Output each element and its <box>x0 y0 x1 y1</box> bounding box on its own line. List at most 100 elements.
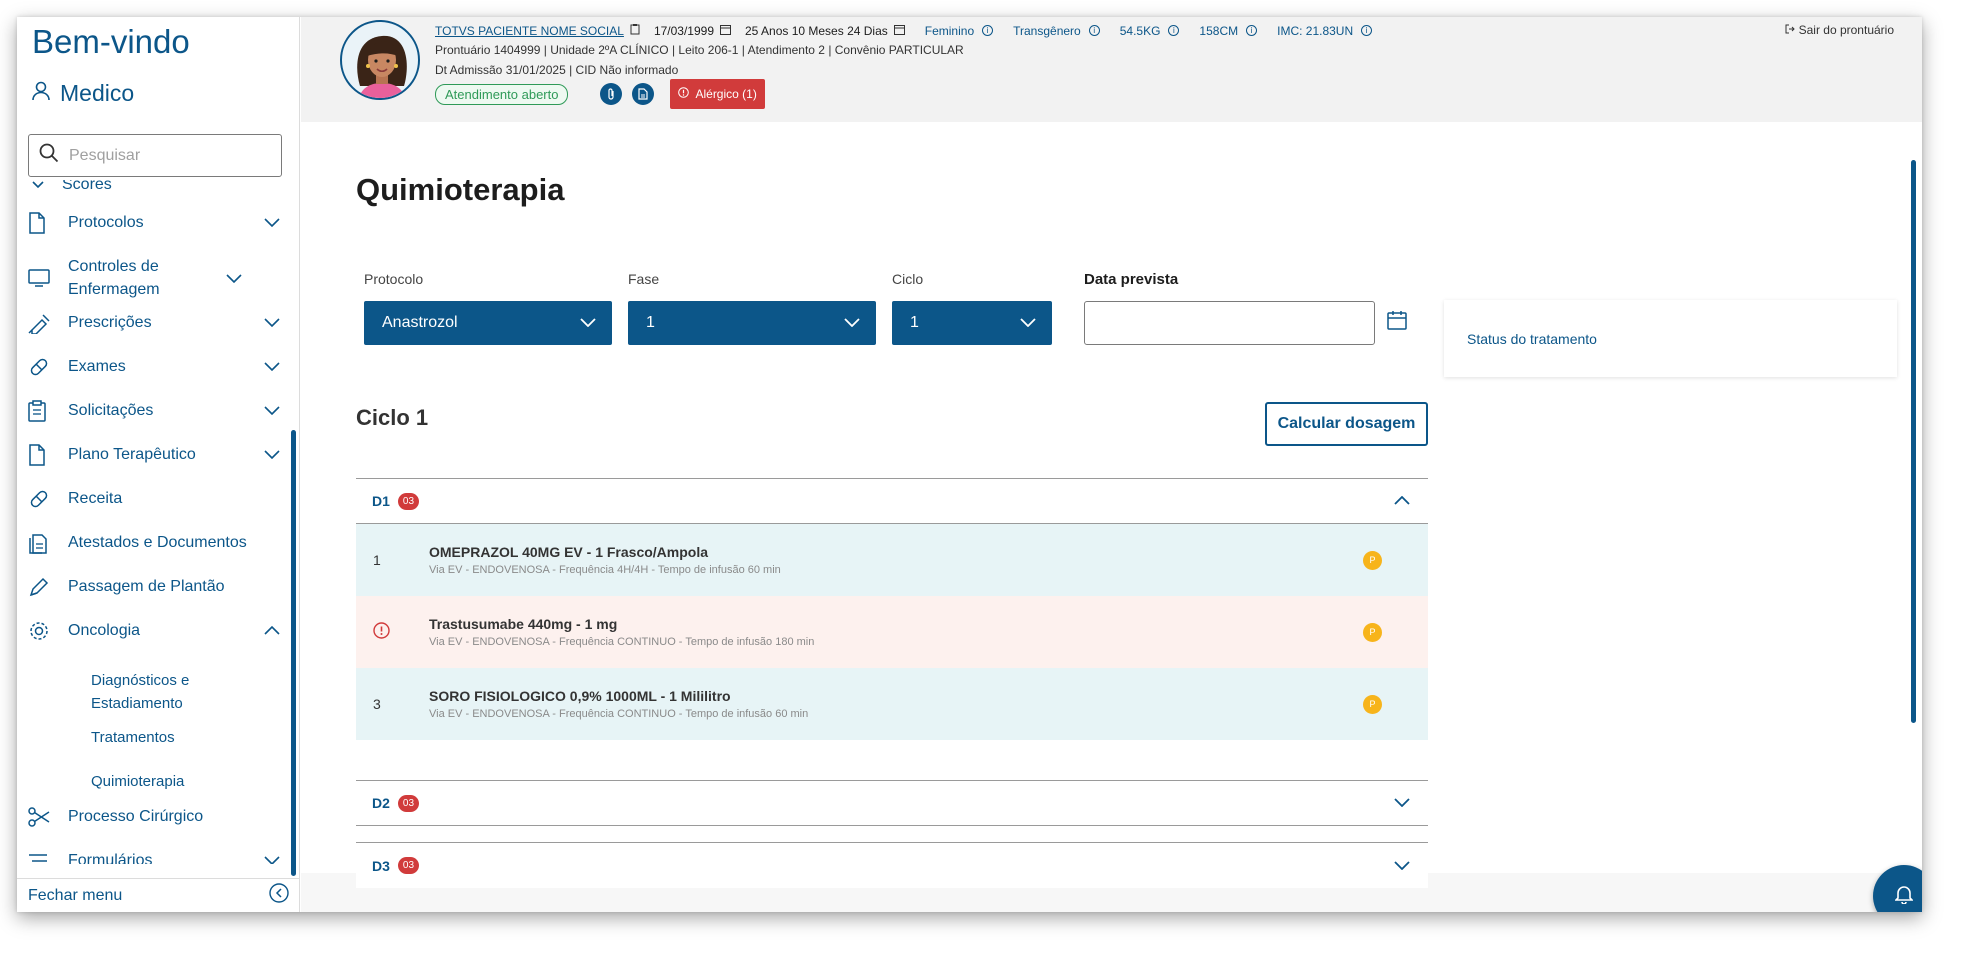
sidebar-item-prescricoes[interactable]: Prescrições <box>28 311 282 334</box>
day-accordion-d2[interactable]: D2 03 <box>356 780 1428 826</box>
sidebar-item-label: Protocolos <box>68 214 144 231</box>
attachment-button[interactable] <box>600 83 623 105</box>
clipboard-icon <box>28 399 54 422</box>
clipboard-icon[interactable] <box>630 23 640 38</box>
patient-height: 158CM <box>1199 23 1239 38</box>
chevron-down-icon <box>580 314 596 332</box>
day-label: D2 <box>372 795 390 811</box>
medication-details: Via EV - ENDOVENOSA - Frequência 4H/4H -… <box>429 564 781 576</box>
document-button[interactable] <box>632 83 655 105</box>
search-box[interactable] <box>28 134 282 177</box>
scissors-icon <box>28 806 54 827</box>
sidebar-item-exames[interactable]: Exames <box>28 355 282 378</box>
chevron-down-icon <box>262 362 282 371</box>
main-content: Quimioterapia Protocolo Fase Ciclo Data … <box>301 122 1922 912</box>
user-profile[interactable]: Medico <box>32 80 134 107</box>
patient-avatar <box>340 20 420 100</box>
medication-row[interactable]: Trastusumabe 440mg - 1 mg Via EV - ENDOV… <box>356 596 1428 668</box>
paperclip-icon <box>608 88 615 100</box>
patient-record-info: Prontuário 1404999 | Unidade 2ºA CLÍNICO… <box>435 43 964 57</box>
alert-circle-icon <box>356 622 429 642</box>
sidebar-item-receita[interactable]: Receita <box>28 487 282 510</box>
fase-select[interactable]: 1 <box>628 301 876 345</box>
medication-row[interactable]: 1 OMEPRAZOL 40MG EV - 1 Frasco/Ampola Vi… <box>356 524 1428 596</box>
medication-name: OMEPRAZOL 40MG EV - 1 Frasco/Ampola <box>429 544 709 560</box>
medication-number: 3 <box>373 696 381 712</box>
info-icon[interactable]: i <box>1088 25 1100 36</box>
medication-name: Trastusumabe 440mg - 1 mg <box>429 616 618 632</box>
main-scrollbar[interactable] <box>1911 160 1916 723</box>
medication-details: Via EV - ENDOVENOSA - Frequência CONTINU… <box>429 636 815 648</box>
sidebar-item-atestados[interactable]: Atestados e Documentos <box>28 531 282 554</box>
document-icon <box>28 443 54 466</box>
close-menu-label: Fechar menu <box>28 886 123 904</box>
info-icon[interactable]: i <box>1361 25 1373 36</box>
chevron-left-circle-icon <box>269 883 289 908</box>
documents-icon <box>28 532 54 554</box>
status-badge: Atendimento aberto <box>435 83 569 105</box>
ciclo-select[interactable]: 1 <box>892 301 1052 345</box>
monitor-icon <box>28 269 54 287</box>
medication-row[interactable]: 3 SORO FISIOLOGICO 0,9% 1000ML - 1 Milil… <box>356 668 1428 740</box>
sidebar-item-formularios[interactable]: Formulários <box>28 849 282 864</box>
sidebar-menu: Scores Protocolos Controles de Enfermage… <box>17 180 287 864</box>
logout-icon <box>1785 23 1795 37</box>
patient-age: 25 Anos 10 Meses 24 Dias <box>745 23 888 38</box>
pending-badge: P <box>1363 550 1382 570</box>
chevron-down-icon <box>32 180 44 194</box>
chevron-down-icon <box>262 318 282 327</box>
status-tratamento-card: Status do tratamento <box>1444 300 1897 377</box>
sidebar-item-label: Formulários <box>68 852 153 864</box>
patient-name-link[interactable]: TOTVS PACIENTE NOME SOCIAL <box>435 24 624 38</box>
allergy-button[interactable]: Alérgico (1) <box>670 79 765 109</box>
sidebar-subitem-tratamentos[interactable]: Tratamentos <box>91 726 175 749</box>
sidebar-item-label: Oncologia <box>68 622 141 639</box>
user-icon <box>32 80 50 107</box>
chevron-down-icon <box>1394 794 1410 812</box>
calendar-icon <box>720 24 731 38</box>
birth-date: 17/03/1999 <box>653 23 714 38</box>
pending-badge: P <box>1363 694 1382 714</box>
page-title: Quimioterapia <box>356 172 565 207</box>
day-accordion-d1[interactable]: D1 03 <box>356 478 1428 524</box>
alert-circle-icon <box>678 87 690 101</box>
sidebar-item-scores[interactable]: Scores <box>32 180 112 194</box>
sidebar-item-label: Plano Terapêutico <box>68 446 196 463</box>
search-input[interactable] <box>69 146 259 165</box>
pill-icon <box>28 356 54 378</box>
sidebar-subitem-quimioterapia[interactable]: Quimioterapia <box>91 770 184 793</box>
app-window: Bem-vindo Medico Scores Protocolos <box>17 17 1922 912</box>
ciclo-title: Ciclo 1 <box>356 405 429 430</box>
close-menu-button[interactable]: Fechar menu <box>17 878 300 912</box>
sidebar-scrollbar[interactable] <box>291 430 296 876</box>
calendar-icon[interactable] <box>1387 310 1407 335</box>
sidebar-item-solicitacoes[interactable]: Solicitações <box>28 399 282 422</box>
count-badge: 03 <box>397 794 420 812</box>
data-prevista-input[interactable] <box>1084 301 1375 345</box>
info-icon[interactable]: i <box>1246 25 1258 36</box>
document-icon <box>638 88 649 100</box>
info-icon[interactable]: i <box>1168 25 1180 36</box>
chevron-down-icon <box>224 273 244 283</box>
sidebar-item-plano-terapeutico[interactable]: Plano Terapêutico <box>28 443 282 466</box>
sidebar-item-passagem-plantao[interactable]: Passagem de Plantão <box>28 575 282 598</box>
info-icon[interactable]: i <box>982 25 994 36</box>
patient-admission-info: Dt Admissão 31/01/2025 | CID Não informa… <box>435 63 679 77</box>
count-badge: 03 <box>397 857 420 874</box>
patient-header: TOTVS PACIENTE NOME SOCIAL 17/03/1999 25… <box>301 17 1922 122</box>
sidebar-item-protocolos[interactable]: Protocolos <box>28 211 282 234</box>
patient-info-line: TOTVS PACIENTE NOME SOCIAL 17/03/1999 25… <box>435 23 1373 38</box>
sidebar-item-processo-cirurgico[interactable]: Processo Cirúrgico <box>28 805 282 828</box>
medication-number: 1 <box>373 552 381 568</box>
logout-link[interactable]: Sair do prontuário <box>1785 23 1894 37</box>
sidebar-item-oncologia[interactable]: Oncologia <box>28 619 282 642</box>
calcular-dosagem-button[interactable]: Calcular dosagem <box>1265 402 1428 446</box>
sidebar-item-controles-enfermagem[interactable]: Controles de Enfermagem <box>28 255 282 301</box>
protocolo-select[interactable]: Anastrozol <box>364 301 612 345</box>
syringe-icon <box>28 312 54 334</box>
day-accordion-d3[interactable]: D3 03 <box>356 842 1428 888</box>
gear-icon <box>28 620 54 642</box>
welcome-title: Bem-vindo <box>32 23 190 60</box>
sidebar-item-label: Controles de Enfermagem <box>68 258 160 298</box>
sidebar-subitem-diagnosticos[interactable]: Diagnósticos e Estadiamento <box>91 669 241 715</box>
